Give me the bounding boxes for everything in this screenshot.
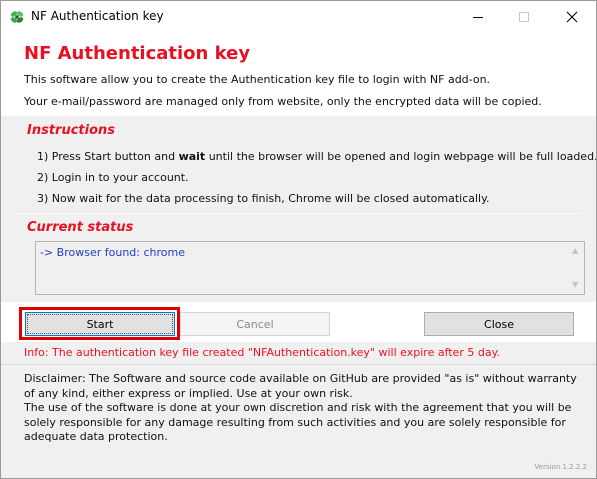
step-1-text-a: 1) Press Start button and	[37, 150, 179, 163]
step-1-emphasis: wait	[178, 150, 206, 163]
description-line-1: This software allow you to create the Au…	[24, 73, 491, 86]
step-1-text-b: until the browser will be opened and log…	[205, 150, 597, 163]
maximize-button[interactable]	[501, 1, 547, 33]
version-label: Version 1.2.2.2	[534, 463, 587, 471]
instruction-step-2: 2) Login in to your account.	[37, 171, 189, 184]
disclaimer-divider	[1, 364, 596, 365]
disclaimer-text: Disclaimer: The Software and source code…	[24, 372, 584, 445]
current-status-heading: Current status	[27, 220, 134, 235]
status-scrollbar[interactable]: ▲ ▼	[568, 242, 584, 294]
minimize-icon	[473, 17, 483, 18]
close-button[interactable]: Close	[424, 312, 574, 336]
window-title: NF Authentication key	[31, 9, 164, 23]
instructions-heading: Instructions	[27, 123, 116, 138]
header-panel: NF Authentication key This software allo…	[1, 33, 596, 116]
instruction-step-3: 3) Now wait for the data processing to f…	[37, 192, 490, 205]
scroll-up-icon[interactable]: ▲	[572, 247, 578, 255]
disclaimer-paragraph-1: Disclaimer: The Software and source code…	[24, 372, 577, 400]
maximize-icon	[519, 12, 529, 22]
minimize-button[interactable]	[455, 1, 501, 33]
close-icon	[566, 11, 578, 23]
status-log-text: -> Browser found: chrome	[40, 246, 185, 259]
app-window: NF Authentication key NF Authentication …	[0, 0, 597, 479]
cancel-button[interactable]: Cancel	[180, 312, 330, 336]
instruction-step-1: 1) Press Start button and wait until the…	[37, 150, 597, 163]
green-leaf-icon	[9, 9, 25, 25]
start-button[interactable]: Start	[25, 312, 175, 336]
description-line-2: Your e-mail/password are managed only fr…	[24, 95, 542, 108]
page-title: NF Authentication key	[24, 43, 251, 64]
title-bar[interactable]: NF Authentication key	[1, 1, 596, 33]
scroll-down-icon[interactable]: ▼	[572, 281, 578, 289]
info-message: Info: The authentication key file create…	[24, 346, 501, 359]
window-close-button[interactable]	[549, 1, 595, 33]
disclaimer-paragraph-2: The use of the software is done at your …	[24, 401, 572, 443]
section-divider	[17, 213, 581, 214]
status-log-box[interactable]: -> Browser found: chrome ▲ ▼	[35, 241, 585, 295]
